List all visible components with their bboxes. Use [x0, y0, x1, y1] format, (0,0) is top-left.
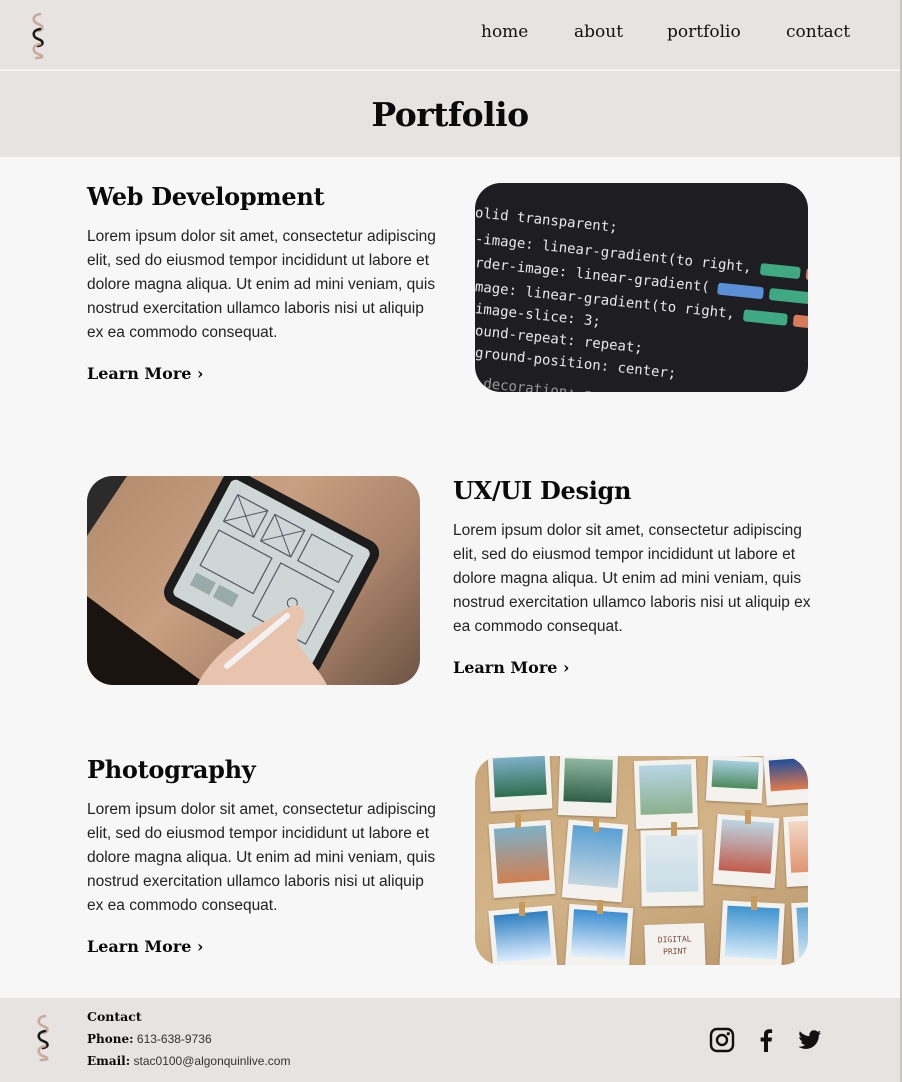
section-heading: UX/UI Design: [453, 476, 632, 505]
polaroid-photo: [487, 756, 553, 812]
clothespin: [671, 822, 677, 836]
learn-more-link[interactable]: Learn More ›: [87, 937, 203, 956]
footer-contact: Contact Phone: 613-638-9736 Email: stac0…: [87, 1009, 290, 1068]
clothespin: [593, 818, 599, 832]
nav-link-contact[interactable]: contact: [786, 22, 850, 42]
polaroid-photo: [640, 829, 704, 907]
site-footer: Contact Phone: 613-638-9736 Email: stac0…: [0, 998, 900, 1082]
polaroid-photo: [633, 758, 699, 830]
nav-link-about[interactable]: about: [574, 22, 623, 42]
polaroid-photo: [763, 756, 808, 806]
phone-number[interactable]: 613-638-9736: [137, 1032, 212, 1046]
site-header: home about portfolio contact: [0, 0, 900, 70]
code-line: olid transparent;: [475, 205, 619, 236]
code-line: -decoration: none;: [475, 375, 627, 392]
footer-logo[interactable]: [33, 1014, 53, 1062]
tablet-sketch-image: [87, 476, 420, 685]
page-title: Portfolio: [371, 95, 529, 134]
contact-heading: Contact: [87, 1009, 142, 1024]
code-highlight: [769, 288, 808, 305]
digital-print-card: DIGITAL PRINT: [644, 922, 706, 965]
photo-caption: DIGITAL PRINT: [657, 934, 692, 957]
section-ux-ui-design: UX/UI Design Lorem ipsum dolor sit amet,…: [453, 476, 813, 677]
facebook-icon[interactable]: [753, 1027, 779, 1053]
polaroid-photo: [488, 819, 556, 899]
code-highlight: [805, 267, 808, 284]
photo-wall-image: DIGITAL PRINT: [475, 756, 808, 965]
clothespin: [519, 902, 525, 916]
clothespin: [745, 810, 751, 824]
section-heading: Photography: [87, 755, 256, 784]
phone-row: Phone: 613-638-9736: [87, 1032, 290, 1046]
nav-link-home[interactable]: home: [481, 22, 528, 42]
twitter-icon[interactable]: [797, 1027, 823, 1053]
polaroid-photo: [783, 815, 808, 887]
code-highlight: [717, 282, 765, 300]
polaroid-photo: [557, 756, 619, 817]
instagram-icon[interactable]: [709, 1027, 735, 1053]
email-row: Email: stac0100@algonquinlive.com: [87, 1054, 290, 1068]
section-body: Lorem ipsum dolor sit amet, consectetur …: [87, 228, 436, 341]
main-nav: home about portfolio contact: [0, 22, 900, 48]
title-band: Portfolio: [0, 71, 900, 157]
polaroid-photo: [719, 900, 785, 965]
phone-label: Phone:: [87, 1032, 134, 1046]
section-web-development: Web Development Lorem ipsum dolor sit am…: [87, 182, 447, 383]
polaroid-photo: [712, 813, 780, 889]
section-photography: Photography Lorem ipsum dolor sit amet, …: [87, 755, 447, 956]
clothespin: [597, 900, 603, 914]
email-address[interactable]: stac0100@algonquinlive.com: [134, 1054, 291, 1068]
code-highlight: [792, 314, 808, 331]
tablet-illustration: [87, 476, 380, 685]
clothespin: [751, 896, 757, 910]
section-body: Lorem ipsum dolor sit amet, consectetur …: [87, 801, 436, 914]
email-label: Email:: [87, 1054, 131, 1068]
polaroid-photo: [705, 756, 765, 804]
code-line: ground-position: center;: [475, 345, 678, 383]
section-body: Lorem ipsum dolor sit amet, consectetur …: [453, 522, 811, 635]
polaroid-photo: [791, 901, 808, 965]
code-screenshot-image: olid transparent; -image: linear-gradien…: [475, 183, 808, 392]
learn-more-link[interactable]: Learn More ›: [87, 364, 203, 383]
code-highlight: [759, 262, 801, 280]
code-highlight: [742, 309, 788, 326]
learn-more-link[interactable]: Learn More ›: [453, 658, 569, 677]
section-heading: Web Development: [87, 182, 325, 211]
nav-link-portfolio[interactable]: portfolio: [667, 22, 741, 42]
clothespin: [515, 814, 521, 828]
